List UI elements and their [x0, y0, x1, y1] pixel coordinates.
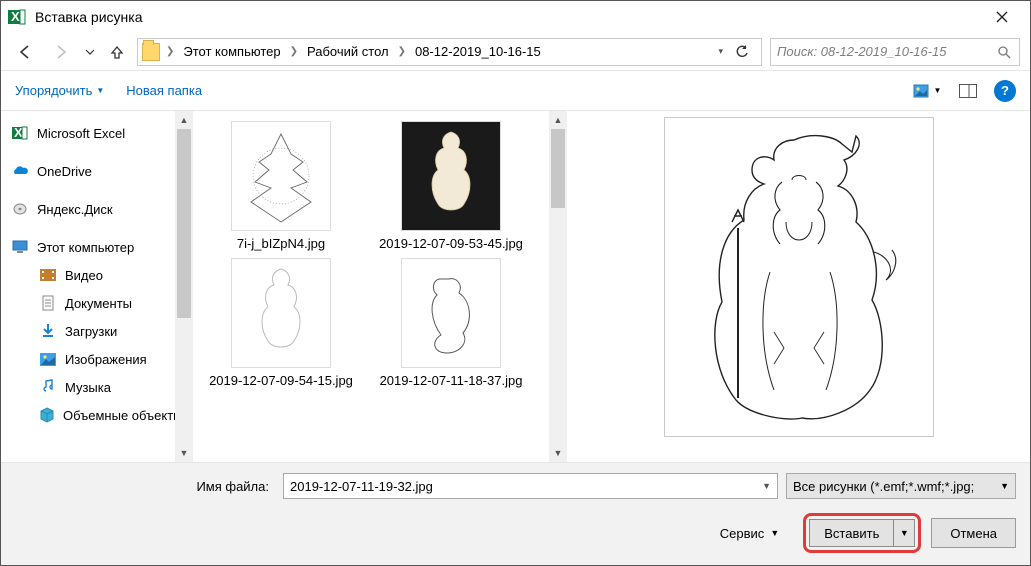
up-button[interactable] [105, 40, 129, 64]
file-item[interactable]: 2019-12-07-09-54-15.jpg [197, 258, 365, 389]
sidebar-item-thispc[interactable]: Этот компьютер [1, 233, 175, 261]
svg-text:X: X [11, 9, 20, 24]
excel-icon: X [7, 7, 27, 27]
view-mode-button[interactable]: ▼ [906, 79, 948, 103]
toolbar: Упорядочить ▼ Новая папка ▼ ? [1, 71, 1030, 111]
tools-dropdown[interactable]: Сервис ▼ [720, 526, 779, 541]
chevron-down-icon[interactable]: ▾ [718, 46, 723, 57]
chevron-right-icon: ❯ [398, 46, 406, 57]
chevron-right-icon: ❯ [290, 46, 298, 57]
download-icon [39, 322, 57, 340]
picture-icon [913, 84, 929, 98]
organize-button[interactable]: Упорядочить ▼ [15, 83, 104, 98]
sidebar-item-video[interactable]: Видео [1, 261, 175, 289]
excel-icon: X [11, 124, 29, 142]
scroll-down-icon[interactable]: ▼ [175, 444, 193, 462]
sidebar-item-pictures[interactable]: Изображения [1, 345, 175, 373]
breadcrumb-segment[interactable]: Рабочий стол [304, 42, 392, 61]
file-name: 2019-12-07-09-54-15.jpg [209, 372, 353, 389]
help-button[interactable]: ? [994, 80, 1016, 102]
file-name: 7i-j_bIZpN4.jpg [237, 235, 325, 252]
file-thumbnail [401, 258, 501, 368]
chevron-down-icon: ▼ [934, 86, 942, 95]
dialog-window: X Вставка рисунка ❯ Этот компьютер ❯ Раб… [0, 0, 1031, 566]
file-thumbnail [231, 121, 331, 231]
video-icon [39, 266, 57, 284]
sidebar-item-3d[interactable]: Объемные объекты [1, 401, 175, 429]
sidebar-item-excel[interactable]: X Microsoft Excel [1, 119, 175, 147]
nav-row: ❯ Этот компьютер ❯ Рабочий стол ❯ 08-12-… [1, 33, 1030, 71]
close-button[interactable] [980, 1, 1024, 33]
main-area: X Microsoft Excel OneDrive Яндекс.Диск Э… [1, 111, 1030, 462]
picture-icon [39, 350, 57, 368]
file-thumbnail [231, 258, 331, 368]
file-name: 2019-12-07-11-18-37.jpg [380, 372, 523, 389]
pc-icon [11, 238, 29, 256]
insert-button-highlight: Вставить ▼ [803, 513, 921, 553]
scrollbar-thumb[interactable] [551, 129, 565, 208]
insert-button[interactable]: Вставить [809, 519, 893, 547]
music-icon [39, 378, 57, 396]
chevron-right-icon: ❯ [166, 46, 174, 57]
sidebar-item-downloads[interactable]: Загрузки [1, 317, 175, 345]
preview-image [664, 117, 934, 437]
chevron-down-icon[interactable]: ▼ [762, 481, 771, 491]
chevron-down-icon: ▼ [1000, 481, 1009, 491]
sidebar-item-yadisk[interactable]: Яндекс.Диск [1, 195, 175, 223]
search-icon [997, 45, 1013, 59]
file-type-filter[interactable]: Все рисунки (*.emf;*.wmf;*.jpg; ▼ [786, 473, 1016, 499]
filename-label: Имя файла: [15, 479, 275, 494]
breadcrumb-segment[interactable]: Этот компьютер [180, 42, 283, 61]
document-icon [39, 294, 57, 312]
insert-dropdown[interactable]: ▼ [893, 519, 915, 547]
sidebar-item-docs[interactable]: Документы [1, 289, 175, 317]
new-folder-button[interactable]: Новая папка [126, 83, 202, 98]
sidebar-item-music[interactable]: Музыка [1, 373, 175, 401]
file-item[interactable]: 7i-j_bIZpN4.jpg [197, 121, 365, 252]
cloud-icon [11, 162, 29, 180]
window-title: Вставка рисунка [35, 9, 980, 25]
scroll-down-icon[interactable]: ▼ [549, 444, 567, 462]
chevron-down-icon: ▼ [770, 528, 779, 538]
scroll-up-icon[interactable]: ▲ [175, 111, 193, 129]
refresh-button[interactable] [733, 43, 751, 61]
file-list[interactable]: 7i-j_bIZpN4.jpg 2019-12-07-09-53-45.jpg … [193, 111, 549, 462]
file-item[interactable]: 2019-12-07-11-18-37.jpg [367, 258, 535, 389]
title-bar: X Вставка рисунка [1, 1, 1030, 33]
preview-pane [567, 111, 1030, 462]
disk-icon [11, 200, 29, 218]
preview-pane-button[interactable] [954, 79, 982, 103]
file-name: 2019-12-07-09-53-45.jpg [379, 235, 523, 252]
chevron-down-icon: ▼ [96, 86, 104, 95]
file-item[interactable]: 2019-12-07-09-53-45.jpg [367, 121, 535, 252]
back-button[interactable] [11, 38, 39, 66]
sidebar-item-onedrive[interactable]: OneDrive [1, 157, 175, 185]
filename-input[interactable]: 2019-12-07-11-19-32.jpg ▼ [283, 473, 778, 499]
breadcrumb-segment[interactable]: 08-12-2019_10-16-15 [412, 42, 544, 61]
cube-icon [39, 406, 55, 424]
navigation-pane: X Microsoft Excel OneDrive Яндекс.Диск Э… [1, 111, 193, 462]
content-area: 7i-j_bIZpN4.jpg 2019-12-07-09-53-45.jpg … [193, 111, 1030, 462]
bottom-panel: Имя файла: 2019-12-07-11-19-32.jpg ▼ Все… [1, 462, 1030, 565]
file-thumbnail [401, 121, 501, 231]
scroll-up-icon[interactable]: ▲ [549, 111, 567, 129]
preview-pane-icon [959, 84, 977, 98]
search-input[interactable]: Поиск: 08-12-2019_10-16-15 [770, 38, 1020, 66]
address-bar[interactable]: ❯ Этот компьютер ❯ Рабочий стол ❯ 08-12-… [137, 38, 762, 66]
sidebar-scrollbar[interactable]: ▲ ▼ [175, 111, 193, 462]
filelist-scrollbar[interactable]: ▲ ▼ [549, 111, 567, 462]
cancel-button[interactable]: Отмена [931, 518, 1016, 548]
folder-icon [142, 43, 160, 61]
scrollbar-thumb[interactable] [177, 129, 191, 318]
search-placeholder: Поиск: 08-12-2019_10-16-15 [777, 44, 997, 59]
forward-button[interactable] [47, 38, 75, 66]
recent-locations-dropdown[interactable] [83, 47, 97, 57]
